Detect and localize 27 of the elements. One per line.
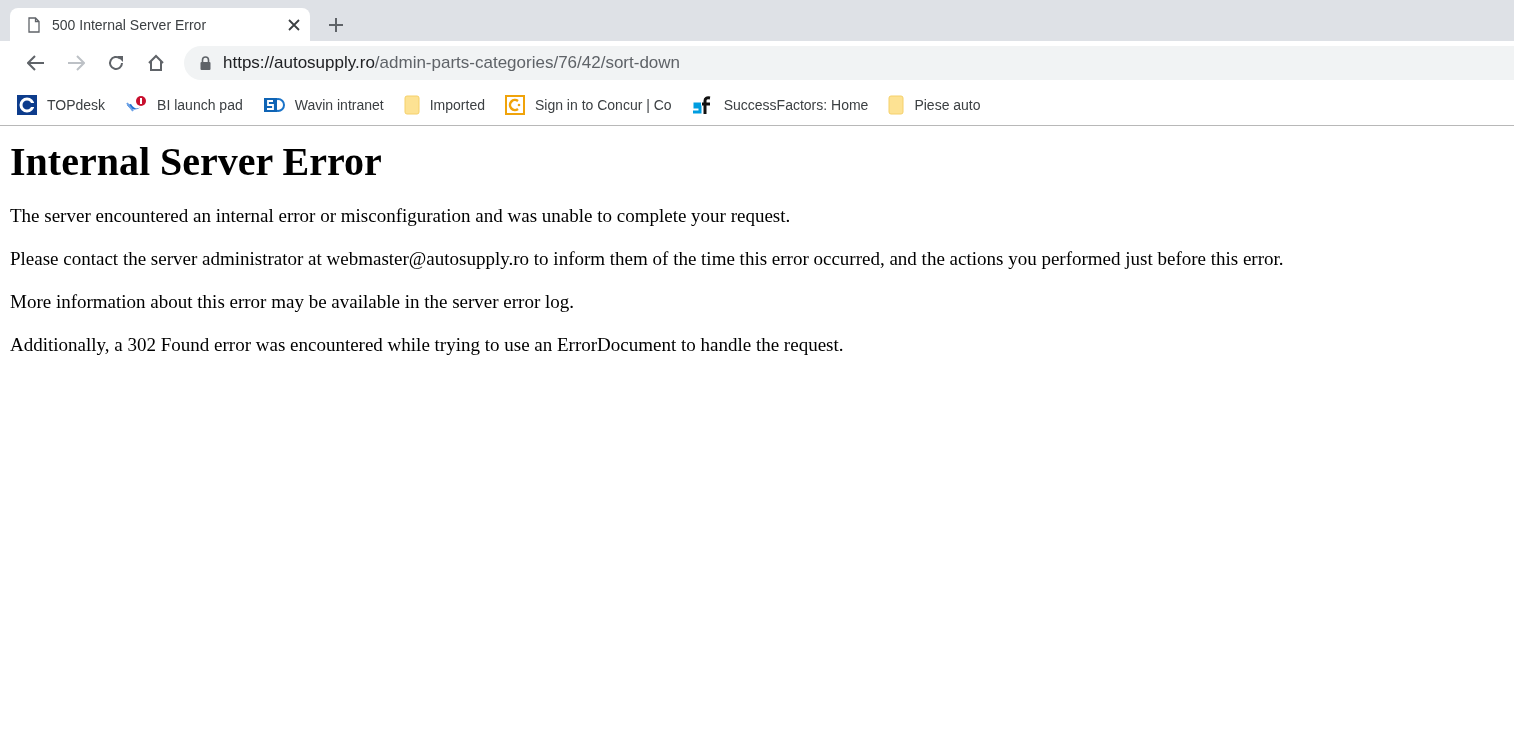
bookmark-link[interactable]: SuccessFactors: Home	[723, 97, 869, 113]
back-arrow-icon[interactable]	[27, 55, 45, 71]
topdesk-logo-icon	[17, 95, 37, 115]
error-paragraph: More information about this error may be available in the server error log.	[10, 290, 575, 313]
error-paragraph: The server encountered an internal error or misconfiguration and was unable to complete your request.	[10, 204, 792, 227]
folder-icon	[403, 95, 420, 115]
bookmark-link[interactable]: Piese auto	[914, 97, 981, 113]
bookmark-link[interactable]: Wavin intranet	[294, 97, 384, 113]
home-icon[interactable]	[147, 54, 165, 72]
document-icon	[28, 16, 40, 33]
concur-c-icon	[504, 95, 525, 115]
lock-icon	[200, 56, 211, 70]
error-paragraph: Additionally, a 302 Found error was encountered while trying to use an ErrorDocument to handle the request.	[10, 333, 845, 356]
tab-title: 500 Internal Server Error	[52, 16, 208, 33]
new-tab-plus-icon[interactable]	[328, 17, 344, 33]
reload-icon[interactable]	[107, 54, 125, 72]
url-text: https://autosupply.ro/admin-parts-categories/76/42/sort-down	[223, 53, 681, 73]
bookmark-link[interactable]: BI launch pad	[157, 97, 243, 113]
close-icon[interactable]	[288, 18, 300, 31]
error-heading: Internal Server Error	[10, 140, 383, 184]
bookmark-link[interactable]: Sign in to Concur | Co	[534, 97, 672, 113]
folder-icon	[888, 95, 905, 115]
bookmark-link[interactable]: Imported	[429, 97, 485, 113]
address-bar[interactable]: https://autosupply.ro/admin-parts-categories/76/42/sort-down	[184, 46, 1514, 80]
bookmark-link[interactable]: TOPdesk	[47, 97, 106, 113]
error-paragraph: Please contact the server administrator at webmaster@autosupply.ro to inform them of the time this error occurred, and the actions you performed just before this error.	[10, 247, 1285, 270]
browser-tab[interactable]: 500 Internal Server Error	[10, 8, 310, 41]
